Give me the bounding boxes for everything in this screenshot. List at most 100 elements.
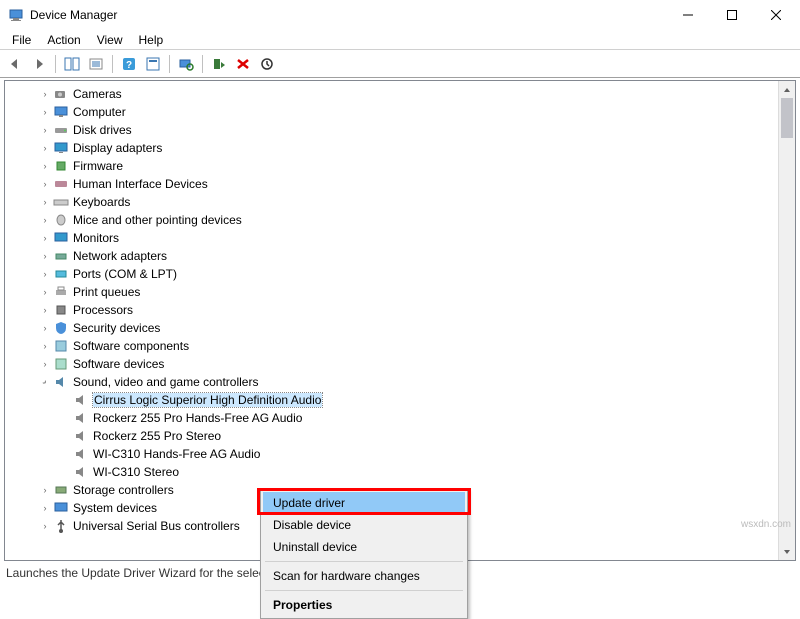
display-icon	[53, 140, 69, 156]
tree-node-mice[interactable]: › Mice and other pointing devices	[9, 211, 791, 229]
chevron-right-icon[interactable]: ›	[39, 142, 51, 154]
ctx-properties[interactable]: Properties	[263, 594, 465, 616]
watermark: wsxdn.com	[741, 519, 791, 530]
close-button[interactable]	[754, 1, 798, 29]
menu-file[interactable]: File	[4, 31, 39, 49]
toolbar-separator	[112, 55, 113, 73]
scroll-thumb[interactable]	[781, 98, 793, 138]
tree-node-keyboards[interactable]: ›Keyboards	[9, 193, 791, 211]
scroll-up-icon[interactable]	[779, 81, 795, 98]
chevron-right-icon[interactable]: ›	[39, 160, 51, 172]
svg-text:?: ?	[126, 60, 132, 71]
tree-node-software-components[interactable]: › Software components	[9, 337, 791, 355]
chevron-right-icon[interactable]: ›	[39, 232, 51, 244]
chevron-right-icon[interactable]: ›	[39, 178, 51, 190]
tree-node-disk-drives[interactable]: › Disk drives	[9, 121, 791, 139]
tree-label: Mice and other pointing devices	[73, 213, 242, 227]
tree-node-cameras[interactable]: ›Cameras	[9, 85, 791, 103]
tree-label: Storage controllers	[73, 483, 174, 497]
chevron-right-icon[interactable]: ›	[39, 196, 51, 208]
chevron-right-icon[interactable]: ›	[39, 484, 51, 496]
tree-label: Software devices	[73, 357, 164, 371]
chip-icon	[53, 158, 69, 174]
update-driver-button[interactable]	[256, 53, 278, 75]
chevron-down-icon[interactable]: ›	[37, 374, 54, 391]
camera-icon	[53, 86, 69, 102]
menu-action[interactable]: Action	[39, 31, 88, 49]
spacer	[59, 448, 71, 460]
ctx-scan[interactable]: Scan for hardware changes	[263, 565, 465, 587]
ctx-update-driver[interactable]: Update driver	[263, 492, 465, 514]
spacer	[59, 466, 71, 478]
tree-node-processors[interactable]: ›Processors	[9, 301, 791, 319]
chevron-right-icon[interactable]: ›	[39, 286, 51, 298]
tree-node-hid[interactable]: ›Human Interface Devices	[9, 175, 791, 193]
tree-label: Security devices	[73, 321, 160, 335]
tree-node-cirrus[interactable]: Cirrus Logic Superior High Definition Au…	[9, 391, 791, 409]
chevron-right-icon[interactable]: ›	[39, 88, 51, 100]
tree-node-sound[interactable]: › Sound, video and game controllers	[9, 373, 791, 391]
cpu-icon	[53, 302, 69, 318]
monitor-icon	[53, 230, 69, 246]
properties-button[interactable]	[85, 53, 107, 75]
tree-label: Universal Serial Bus controllers	[73, 519, 240, 533]
software-icon	[53, 356, 69, 372]
chevron-right-icon[interactable]: ›	[39, 250, 51, 262]
chevron-right-icon[interactable]: ›	[39, 124, 51, 136]
scan-hardware-button[interactable]	[175, 53, 197, 75]
show-hide-button[interactable]	[61, 53, 83, 75]
tree-label: Computer	[73, 105, 126, 119]
window-title: Device Manager	[30, 8, 666, 22]
chevron-right-icon[interactable]: ›	[39, 520, 51, 532]
help-button[interactable]: ?	[118, 53, 140, 75]
tree-node-network[interactable]: ›Network adapters	[9, 247, 791, 265]
tree-node-security[interactable]: › Security devices	[9, 319, 791, 337]
back-button[interactable]	[4, 53, 26, 75]
tree-node-computer[interactable]: › Computer	[9, 103, 791, 121]
minimize-button[interactable]	[666, 1, 710, 29]
menu-view[interactable]: View	[89, 31, 131, 49]
tree-label: Software components	[73, 339, 189, 353]
tree-node-rockerz-hf[interactable]: Rockerz 255 Pro Hands-Free AG Audio	[9, 409, 791, 427]
tree-node-ports[interactable]: ›Ports (COM & LPT)	[9, 265, 791, 283]
forward-button[interactable]	[28, 53, 50, 75]
chevron-right-icon[interactable]: ›	[39, 502, 51, 514]
toolbar-separator	[55, 55, 56, 73]
tree-node-software-devices[interactable]: › Software devices	[9, 355, 791, 373]
ctx-uninstall-device[interactable]: Uninstall device	[263, 536, 465, 558]
ctx-disable-device[interactable]: Disable device	[263, 514, 465, 536]
tree-node-wic-st[interactable]: WI-C310 Stereo	[9, 463, 791, 481]
chevron-right-icon[interactable]: ›	[39, 214, 51, 226]
maximize-button[interactable]	[710, 1, 754, 29]
printer-icon	[53, 284, 69, 300]
tree-node-print-queues[interactable]: ›Print queues	[9, 283, 791, 301]
speaker-icon	[73, 428, 89, 444]
chevron-right-icon[interactable]: ›	[39, 322, 51, 334]
enable-device-button[interactable]	[208, 53, 230, 75]
tree-node-display-adapters[interactable]: ›Display adapters	[9, 139, 791, 157]
spacer	[59, 430, 71, 442]
toolbar-separator	[169, 55, 170, 73]
tree-view[interactable]: ›Cameras › Computer › Disk drives ›Display…	[4, 80, 796, 561]
security-icon	[53, 320, 69, 336]
chevron-right-icon[interactable]: ›	[39, 304, 51, 316]
action-button[interactable]	[142, 53, 164, 75]
tree-label: Disk drives	[73, 123, 132, 137]
tree-label: Sound, video and game controllers	[73, 375, 258, 389]
scroll-down-icon[interactable]	[779, 543, 795, 560]
tree-node-monitors[interactable]: ›Monitors	[9, 229, 791, 247]
mouse-icon	[53, 212, 69, 228]
tree-node-rockerz-st[interactable]: Rockerz 255 Pro Stereo	[9, 427, 791, 445]
chevron-right-icon[interactable]: ›	[39, 340, 51, 352]
menu-help[interactable]: Help	[131, 31, 172, 49]
disk-icon	[53, 122, 69, 138]
chevron-right-icon[interactable]: ›	[39, 106, 51, 118]
chevron-right-icon[interactable]: ›	[39, 268, 51, 280]
network-icon	[53, 248, 69, 264]
chevron-right-icon[interactable]: ›	[39, 358, 51, 370]
tree-node-firmware[interactable]: ›Firmware	[9, 157, 791, 175]
disable-device-button[interactable]	[232, 53, 254, 75]
vertical-scrollbar[interactable]	[778, 81, 795, 560]
tree-node-wic-hf[interactable]: WI-C310 Hands-Free AG Audio	[9, 445, 791, 463]
computer-icon	[53, 104, 69, 120]
